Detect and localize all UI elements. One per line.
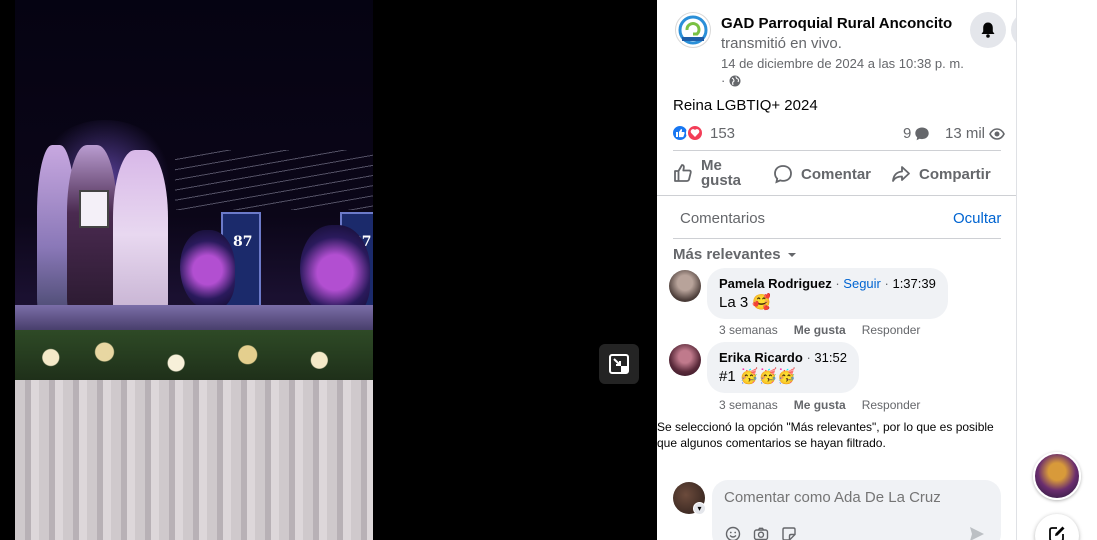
comment-bubble: Pamela Rodriguez · Seguir · 1:37:39 La 3… bbox=[707, 268, 948, 319]
certificate bbox=[79, 190, 109, 228]
comment-text: La 3 🥰 bbox=[719, 294, 772, 311]
hide-comments-link[interactable]: Ocultar bbox=[953, 210, 1001, 227]
comment-label: Comentar bbox=[801, 165, 872, 183]
comment-count-value: 9 bbox=[903, 125, 912, 142]
person-figure bbox=[113, 150, 168, 320]
post-side-panel: GAD Parroquial Rural Anconcito transmiti… bbox=[657, 0, 1016, 540]
page-avatar[interactable] bbox=[675, 12, 711, 48]
camera-icon[interactable] bbox=[752, 525, 770, 540]
chevron-down-icon bbox=[787, 252, 796, 257]
composer-tools bbox=[724, 525, 798, 540]
comment-text: #1 🥳🥳🥳 bbox=[719, 368, 796, 385]
comment-count[interactable]: 9 bbox=[903, 125, 930, 142]
divider bbox=[657, 195, 1016, 196]
comment-reply-link[interactable]: Responder bbox=[862, 398, 921, 412]
send-icon[interactable] bbox=[968, 525, 986, 540]
divider bbox=[673, 150, 1001, 151]
comment-actions: 3 semanas Me gusta Responder bbox=[719, 398, 920, 412]
commenter-avatar[interactable] bbox=[669, 270, 701, 302]
reaction-count: 153 bbox=[710, 124, 736, 142]
filter-note: Se seleccionó la opción "Más relevantes"… bbox=[657, 420, 994, 450]
comment-button[interactable]: Comentar bbox=[773, 164, 871, 184]
comment-input[interactable] bbox=[724, 489, 984, 506]
comment-like-link[interactable]: Me gusta bbox=[794, 323, 846, 337]
post-date[interactable]: 14 de diciembre de 2024 a las 10:38 p. m… bbox=[721, 56, 964, 71]
commenter-name[interactable]: Pamela Rodriguez bbox=[719, 276, 832, 291]
separator-dot: · bbox=[806, 350, 811, 365]
eye-icon bbox=[989, 127, 1005, 140]
comment-actions: 3 semanas Me gusta Responder bbox=[719, 323, 920, 337]
flower-border bbox=[15, 330, 373, 385]
follow-link[interactable]: Seguir bbox=[843, 276, 881, 291]
comment-reply-link[interactable]: Responder bbox=[862, 323, 921, 337]
globe-icon[interactable] bbox=[729, 75, 741, 87]
comment-icon bbox=[774, 165, 792, 184]
comment-timestamp[interactable]: 31:52 bbox=[814, 350, 847, 365]
separator-dot: · bbox=[884, 276, 889, 291]
commenter-name[interactable]: Erika Ricardo bbox=[719, 350, 803, 365]
video-player[interactable]: 87 87 bbox=[0, 0, 657, 540]
page-logo-icon bbox=[678, 15, 708, 45]
live-status: transmitió en vivo. bbox=[721, 35, 842, 52]
bell-icon bbox=[981, 22, 995, 38]
power-lines bbox=[175, 150, 373, 210]
comments-header: Comentarios bbox=[680, 210, 766, 227]
reactions-summary[interactable]: 153 bbox=[671, 124, 735, 142]
sort-label: Más relevantes bbox=[673, 246, 781, 263]
commenter-name-row: Erika Ricardo · 31:52 bbox=[719, 350, 847, 365]
comment-age[interactable]: 3 semanas bbox=[719, 398, 778, 412]
like-icon bbox=[674, 164, 692, 182]
love-reaction-icon bbox=[686, 124, 704, 142]
view-count-value: 13 mil bbox=[945, 125, 986, 142]
comment-timestamp[interactable]: 1:37:39 bbox=[892, 276, 935, 291]
like-label: Me gusta bbox=[701, 157, 742, 189]
share-label: Compartir bbox=[919, 165, 991, 183]
comment-like-link[interactable]: Me gusta bbox=[794, 398, 846, 412]
comment-bubble: Erika Ricardo · 31:52 #1 🥳🥳🥳 bbox=[707, 342, 859, 393]
person-figure bbox=[67, 145, 117, 315]
view-count: 13 mil bbox=[945, 125, 1005, 142]
compose-icon bbox=[1049, 526, 1065, 540]
separator-dot: · bbox=[721, 73, 726, 88]
new-message-button[interactable] bbox=[1035, 514, 1079, 540]
contact-avatar[interactable] bbox=[1033, 452, 1081, 500]
exit-fullscreen-button[interactable] bbox=[599, 344, 639, 384]
emoji-icon[interactable] bbox=[724, 525, 742, 540]
panel-number: 87 bbox=[233, 234, 253, 250]
like-button[interactable]: Me gusta bbox=[673, 158, 749, 188]
comment-age[interactable]: 3 semanas bbox=[719, 323, 778, 337]
page-name[interactable]: GAD Parroquial Rural Anconcito bbox=[721, 15, 952, 32]
post-caption: Reina LGBTIQ+ 2024 bbox=[673, 97, 818, 114]
comment-bubble-icon bbox=[915, 127, 930, 140]
butterfly-decoration bbox=[180, 230, 235, 310]
commenter-avatar[interactable] bbox=[669, 344, 701, 376]
exit-fullscreen-icon bbox=[609, 354, 629, 374]
sort-comments-dropdown[interactable]: Más relevantes bbox=[673, 246, 798, 263]
separator-dot: · bbox=[835, 276, 840, 291]
audience: · bbox=[721, 73, 741, 88]
share-icon bbox=[892, 166, 910, 182]
chevron-down-icon[interactable]: ▾ bbox=[693, 502, 706, 515]
notification-bell-button[interactable] bbox=[970, 12, 1006, 48]
share-button[interactable]: Compartir bbox=[891, 164, 991, 184]
comment-composer[interactable] bbox=[712, 480, 1001, 540]
stage-skirt bbox=[15, 380, 373, 540]
commenter-name-row: Pamela Rodriguez · Seguir · 1:37:39 bbox=[719, 276, 936, 291]
divider bbox=[673, 238, 1001, 239]
right-rail bbox=[1016, 0, 1097, 540]
facebook-video-viewer: 87 87 bbox=[0, 0, 1097, 540]
video-frame[interactable]: 87 87 bbox=[15, 0, 373, 540]
sticker-icon[interactable] bbox=[780, 525, 798, 540]
